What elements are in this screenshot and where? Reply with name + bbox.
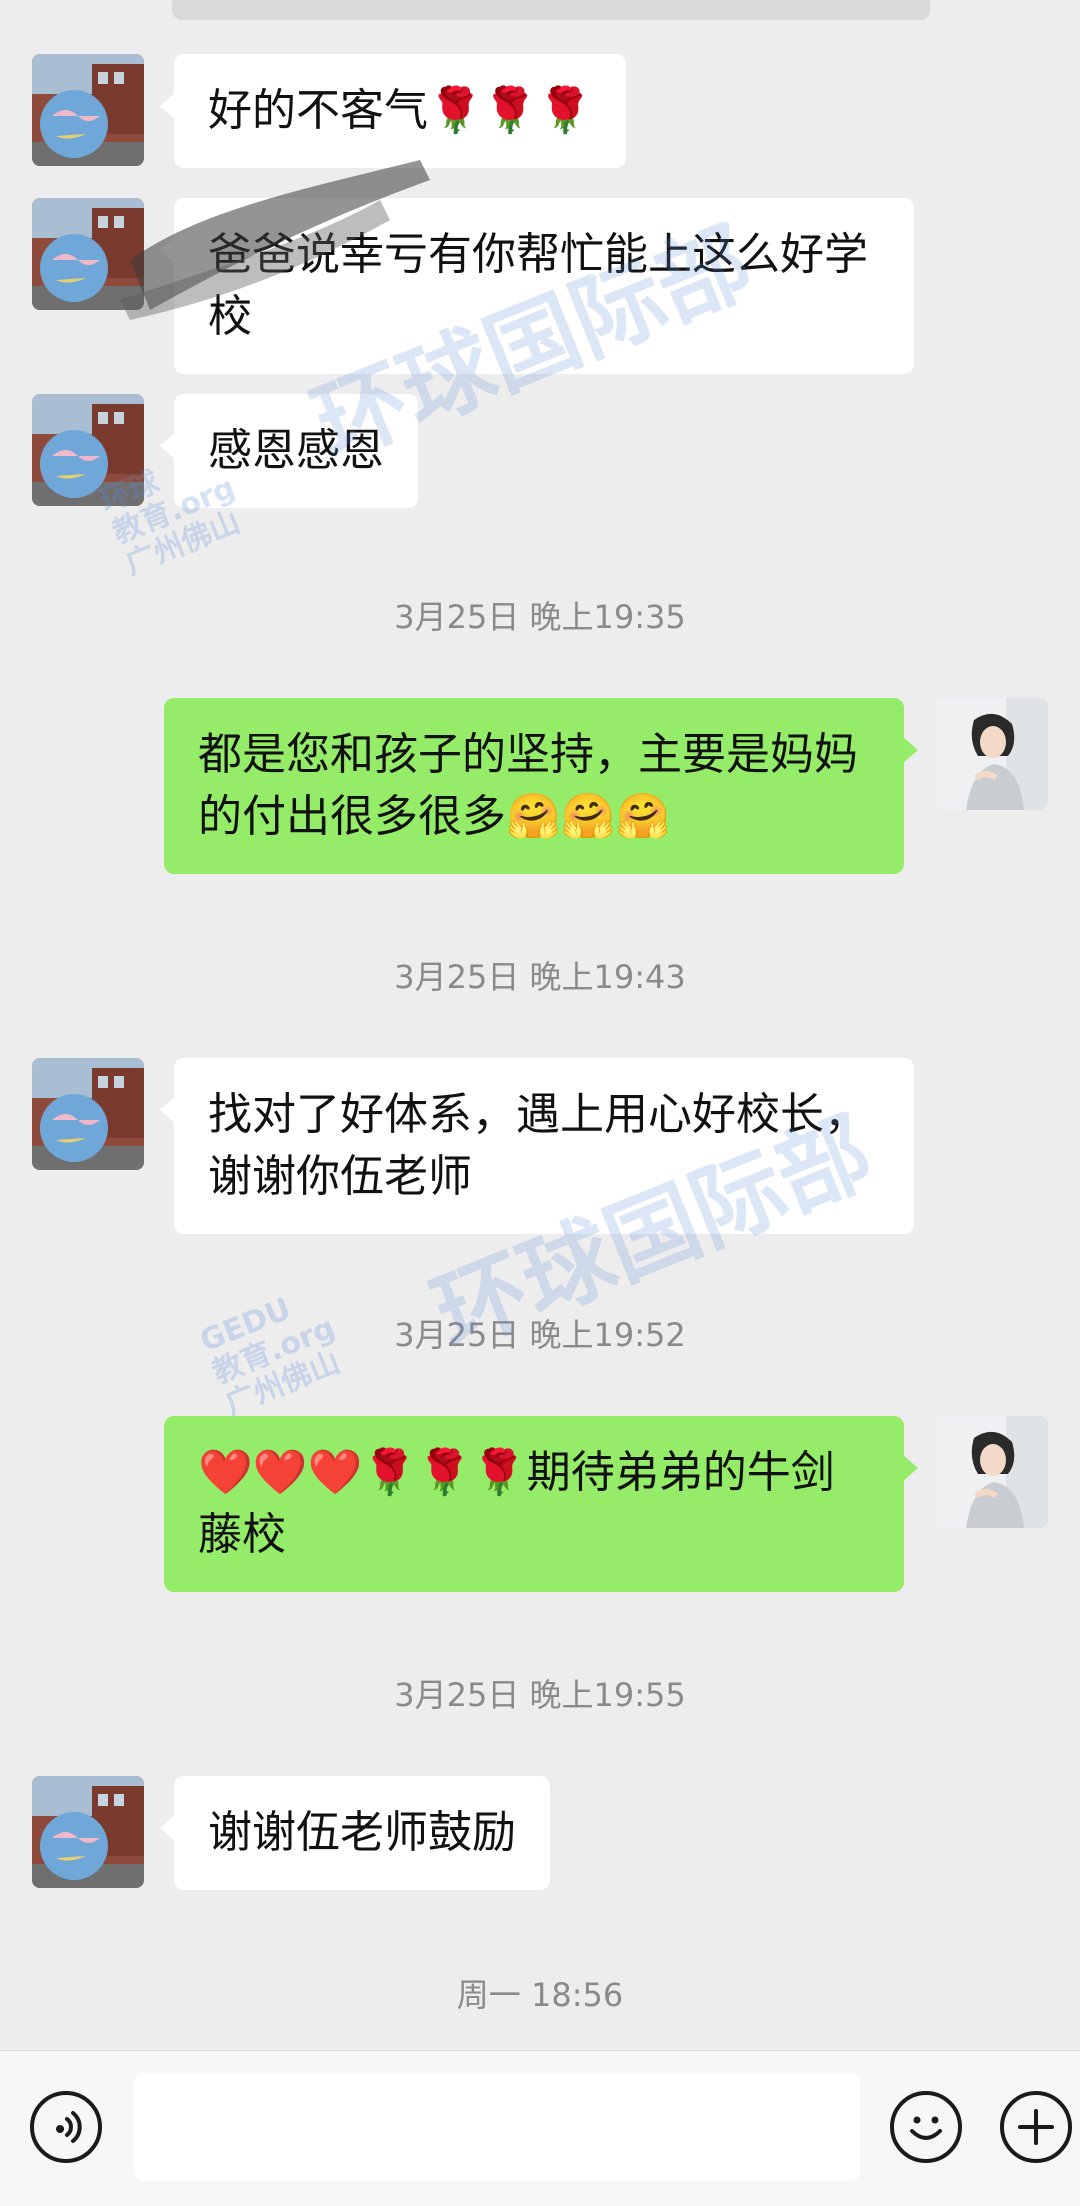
message-row: 都是您和孩子的坚持，主要是妈妈的付出很多很多🤗🤗🤗 [164,698,1048,874]
previous-message-fragment [172,0,930,20]
message-row: ❤️❤️❤️🌹🌹🌹期待弟弟的牛剑藤校 [164,1416,1048,1592]
my-avatar[interactable] [936,698,1048,810]
message-bubble[interactable]: 好的不客气🌹🌹🌹 [159,54,627,168]
plus-button[interactable] [1000,2091,1072,2163]
message-input[interactable] [134,2073,860,2181]
contact-avatar[interactable] [32,1058,144,1170]
my-avatar[interactable] [936,1416,1048,1528]
message-bubble[interactable]: 爸爸说幸亏有你帮忙能上这么好学校 [160,198,914,374]
voice-icon [56,2111,82,2143]
contact-avatar[interactable] [32,394,144,506]
message-row: 找对了好体系，遇上用心好校长，谢谢你伍老师 [32,1058,914,1234]
plus-icon [1018,2109,1054,2145]
message-bubble[interactable]: 谢谢伍老师鼓励 [160,1776,550,1890]
message-bubble[interactable]: ❤️❤️❤️🌹🌹🌹期待弟弟的牛剑藤校 [164,1416,918,1592]
message-row: 感恩感恩 [32,394,418,508]
timestamp: 3月25日 晚上19:52 [394,1316,686,1354]
emoji-button[interactable] [890,2091,962,2163]
voice-button[interactable] [30,2091,102,2163]
message-row: 谢谢伍老师鼓励 [32,1776,550,1890]
message-bubble[interactable]: 找对了好体系，遇上用心好校长，谢谢你伍老师 [160,1058,914,1234]
contact-avatar[interactable] [32,1776,144,1888]
contact-avatar[interactable] [32,198,144,310]
timestamp: 3月25日 晚上19:43 [394,958,686,996]
chat-area[interactable]: 好的不客气🌹🌹🌹 爸爸说幸亏有你帮忙能上这么好学校 感恩感恩 3月25日 晚上1… [0,0,1080,2050]
message-row: 爸爸说幸亏有你帮忙能上这么好学校 [32,198,914,374]
contact-avatar[interactable] [32,54,144,166]
message-bubble[interactable]: 感恩感恩 [160,394,418,508]
message-bubble[interactable]: 都是您和孩子的坚持，主要是妈妈的付出很多很多🤗🤗🤗 [164,698,918,874]
message-row: 好的不客气🌹🌹🌹 [32,54,627,168]
watermark-city: 广州佛山 [120,504,246,583]
timestamp: 周一 18:56 [456,1976,624,2014]
input-bar [0,2050,1080,2206]
timestamp: 3月25日 晚上19:35 [394,598,686,636]
timestamp: 3月25日 晚上19:55 [394,1676,686,1714]
emoji-icon [910,2116,942,2140]
